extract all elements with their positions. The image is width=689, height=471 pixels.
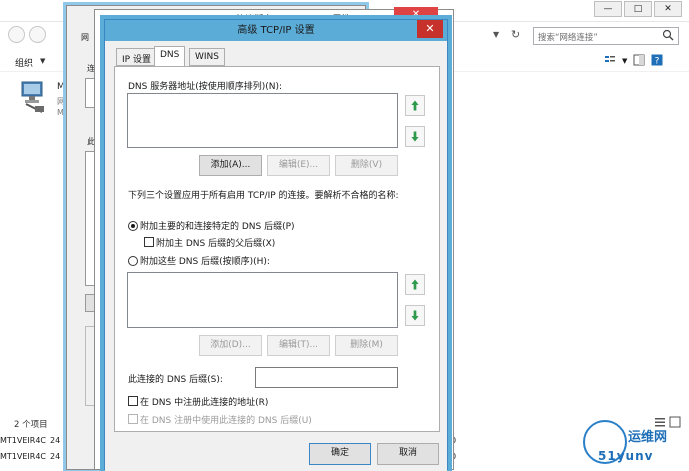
network-adapter-icon[interactable] <box>20 80 46 114</box>
refresh-icon[interactable]: ↻ <box>511 28 523 42</box>
ok-button[interactable]: 确定 <box>309 443 371 465</box>
organize-dropdown-icon[interactable]: ▼ <box>40 57 45 65</box>
explorer-window-controls: — □ ✕ <box>592 1 688 19</box>
explorer-search-input[interactable]: 搜索“网络连接” <box>533 27 679 45</box>
primary-suffix-radio[interactable] <box>128 221 138 231</box>
network-item-status: 网 <box>57 97 65 106</box>
cancel-button[interactable]: 取消 <box>377 443 439 465</box>
register-address-label[interactable]: 在 DNS 中注册此连接的地址(R) <box>140 395 268 408</box>
dns-servers-list[interactable] <box>127 93 398 148</box>
parent-suffix-checkbox[interactable] <box>144 237 154 247</box>
explorer-close-button[interactable]: ✕ <box>654 1 682 17</box>
settings-note: 下列三个设置应用于所有启用 TCP/IP 的连接。要解析不合格的名称: <box>128 191 399 201</box>
dns-remove-button[interactable]: 删除(V) <box>335 155 398 176</box>
watermark-text-1: 运维网 <box>628 430 668 445</box>
tab-ip-settings[interactable]: IP 设置 <box>116 48 157 66</box>
suffix-move-up-icon[interactable] <box>405 274 425 295</box>
suffix-add-button[interactable]: 添加(D)... <box>199 335 262 356</box>
row-number: 24 <box>50 436 61 445</box>
row-number: 24 <box>50 452 61 461</box>
move-down-icon[interactable] <box>405 126 425 147</box>
properties-tab-fragment: 网 <box>81 33 89 42</box>
connection-suffix-label: 此连接的 DNS 后缀(S): <box>128 375 223 385</box>
move-up-icon[interactable] <box>405 95 425 116</box>
maximize-button[interactable]: □ <box>624 1 652 17</box>
use-suffix-checkbox[interactable] <box>128 414 138 424</box>
preview-pane-icon[interactable] <box>633 54 645 66</box>
tab-wins[interactable]: WINS <box>189 48 225 66</box>
dns-suffixes-list[interactable] <box>127 272 398 328</box>
tab-dns[interactable]: DNS <box>154 46 186 67</box>
watermark-text-2: 51yunv <box>598 449 654 463</box>
search-placeholder: 搜索“网络连接” <box>538 33 598 43</box>
view-options: ▼ ? <box>604 54 684 68</box>
parent-suffix-label[interactable]: 附加主 DNS 后缀的父后缀(X) <box>156 236 275 249</box>
item-count: 2 个项目 <box>14 420 48 430</box>
use-suffix-label[interactable]: 在 DNS 注册中使用此连接的 DNS 后缀(U) <box>140 413 312 426</box>
primary-suffix-label[interactable]: 附加主要的和连接特定的 DNS 后缀(P) <box>140 219 295 232</box>
tiles-view-icon[interactable] <box>669 416 681 428</box>
dialog-close-button[interactable]: ✕ <box>417 20 443 38</box>
custom-suffixes-label[interactable]: 附加这些 DNS 后缀(按顺序)(H): <box>140 254 270 267</box>
svg-text:?: ? <box>655 57 660 67</box>
explorer-nav-buttons <box>8 26 68 46</box>
search-icon[interactable] <box>662 29 674 41</box>
chevron-down-icon[interactable]: ▼ <box>493 30 503 40</box>
minimize-button[interactable]: — <box>594 1 622 17</box>
view-dropdown-icon[interactable]: ▼ <box>622 57 627 65</box>
forward-nav-button[interactable] <box>29 26 46 43</box>
help-icon[interactable]: ? <box>651 54 663 66</box>
connection-suffix-input[interactable] <box>255 367 398 388</box>
register-address-checkbox[interactable] <box>128 396 138 406</box>
network-item-name[interactable]: M <box>57 82 65 92</box>
row-name: MT1VEIR4C <box>0 436 46 445</box>
back-nav-button[interactable] <box>8 26 25 43</box>
suffix-remove-button[interactable]: 删除(M) <box>335 335 398 356</box>
dns-edit-button[interactable]: 编辑(E)... <box>267 155 330 176</box>
custom-suffixes-radio[interactable] <box>128 256 138 266</box>
dialog-title: 高级 TCP/IP 设置 <box>105 20 447 41</box>
dns-servers-label: DNS 服务器地址(按使用顺序排列)(N): <box>128 82 283 92</box>
organize-menu[interactable]: 组织 <box>15 56 33 69</box>
view-layout-icon[interactable] <box>604 54 616 66</box>
dns-add-button[interactable]: 添加(A)... <box>199 155 262 176</box>
row-name: MT1VEIR4C <box>0 452 46 461</box>
network-item-device: M <box>57 108 64 117</box>
suffix-move-down-icon[interactable] <box>405 305 425 326</box>
suffix-edit-button[interactable]: 编辑(T)... <box>267 335 330 356</box>
